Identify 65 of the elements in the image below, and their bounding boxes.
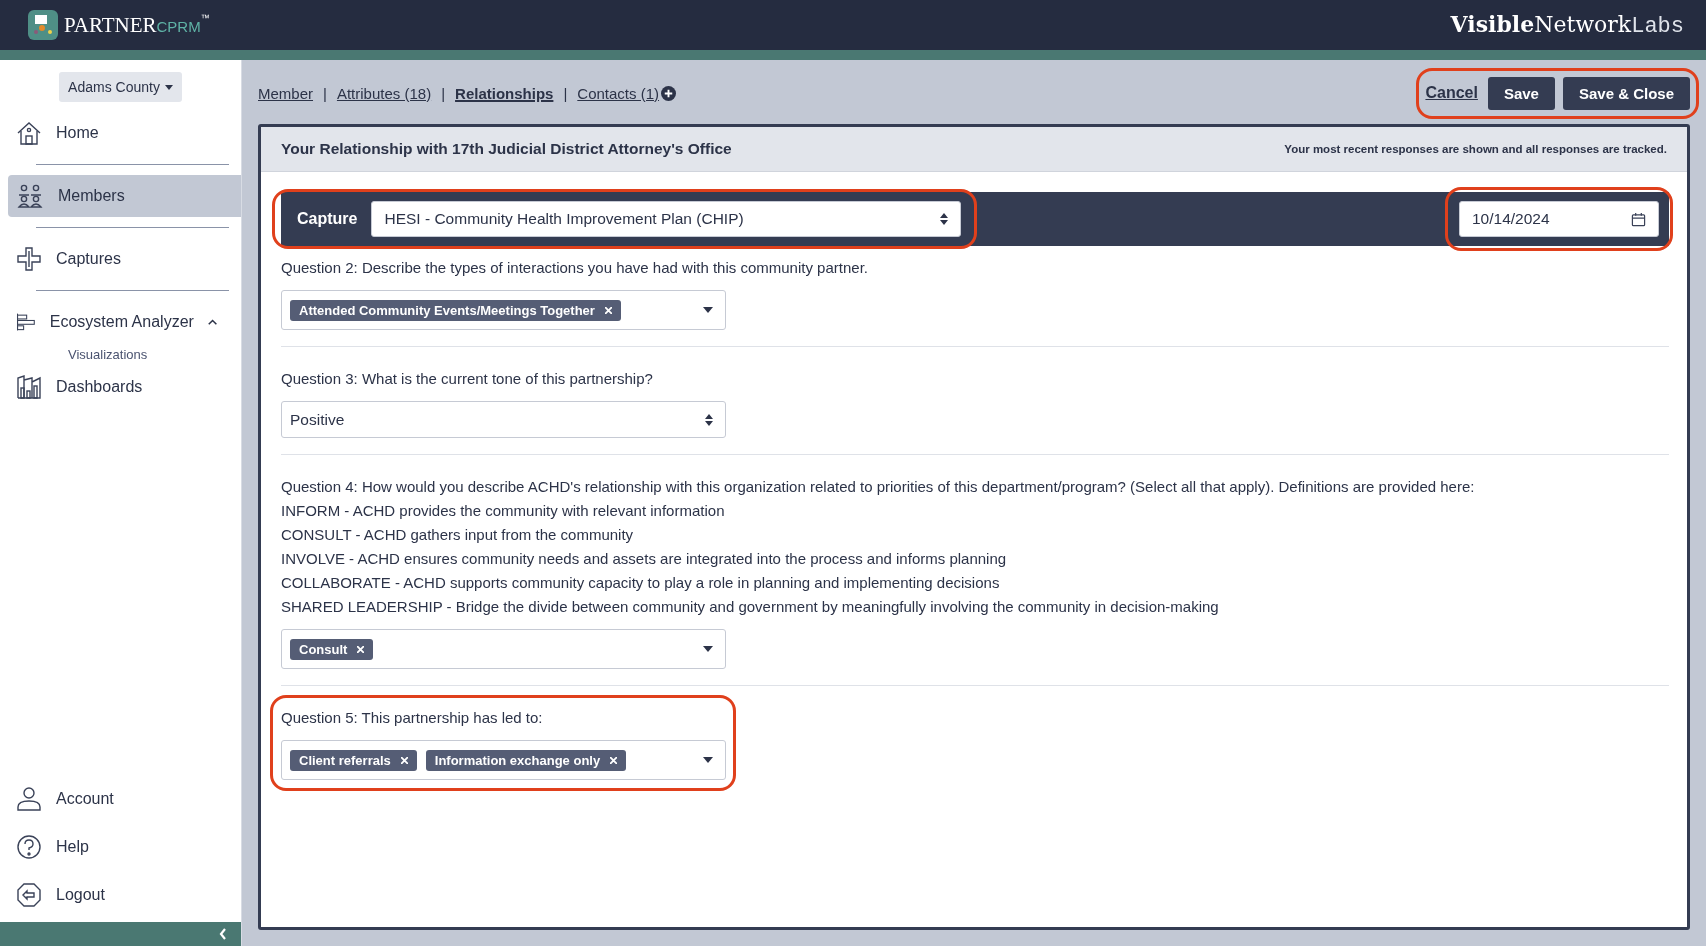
answer-tag: Consult xyxy=(290,638,374,660)
capture-label: Capture xyxy=(297,210,358,228)
sidebar-item[interactable]: Members xyxy=(8,175,241,217)
sidebar-item[interactable]: Captures xyxy=(8,238,229,280)
answer-multiselect[interactable]: Consult xyxy=(281,629,726,669)
account-icon xyxy=(16,786,42,812)
question-text: Question 5: This partnership has led to: xyxy=(281,708,544,728)
question-text: Question 4: How would you describe ACHD's relationship with this organization related to priorities of this department/program? (Select all that apply). Definitions are provided here: xyxy=(281,477,1475,497)
remove-icon[interactable] xyxy=(604,306,612,314)
dashboards-icon xyxy=(16,374,42,400)
tab[interactable]: Relationships xyxy=(455,84,554,102)
answer-tag: Attended Community Events/Meetings Together xyxy=(290,299,621,321)
date-field[interactable]: 10/14/2024 xyxy=(1459,201,1659,237)
tab[interactable]: Member xyxy=(258,84,313,102)
definition-text: INVOLVE - ACHD ensures community needs and assets are integrated into the process and informs planning xyxy=(281,549,1008,569)
capture-select[interactable]: HESI - Community Health Improvement Plan (CHIP) xyxy=(371,201,962,237)
answer-select[interactable]: Positive xyxy=(281,401,726,438)
organization-dropdown[interactable]: Adams County xyxy=(59,72,182,102)
definition-text: SHARED LEADERSHIP - Bridge the divide between community and government by meaningfully involving the community in decision-making xyxy=(281,597,1220,617)
answer-tag: Client referrals xyxy=(290,749,417,771)
tab[interactable]: Contacts (1) xyxy=(577,84,659,102)
caret-icon[interactable] xyxy=(703,646,713,652)
definition-text: INFORM - ACHD provides the community with relevant information xyxy=(281,501,726,521)
add-circle-icon[interactable] xyxy=(661,85,676,101)
app-name: PARTNERCPRM™ xyxy=(64,12,210,38)
sort-arrows-icon xyxy=(940,213,949,225)
save-button[interactable]: Save xyxy=(1487,76,1555,110)
sidebar-item[interactable]: Logout xyxy=(8,874,229,916)
tab[interactable]: Attributes (18) xyxy=(336,84,432,102)
app-logo-icon xyxy=(28,10,58,40)
captures-icon xyxy=(16,246,42,272)
cancel-link[interactable]: Cancel xyxy=(1425,84,1478,102)
logout-icon xyxy=(16,882,42,908)
answer-tag: Information exchange only xyxy=(425,749,627,771)
save-and-close-button[interactable]: Save & Close xyxy=(1562,76,1690,110)
sidebar-item[interactable]: Home xyxy=(8,112,229,154)
members-icon xyxy=(16,183,44,209)
brand-logo: VisibleNetworkLabs xyxy=(1450,11,1684,39)
sidebar-item[interactable]: Ecosystem Analyzer xyxy=(8,301,229,343)
help-icon xyxy=(16,834,42,860)
remove-icon[interactable] xyxy=(400,756,408,764)
definition-text: CONSULT - ACHD gathers input from the community xyxy=(281,525,635,545)
panel-title: Your Relationship with 17th Judicial District Attorney's Office xyxy=(281,140,732,158)
sidebar-item[interactable]: Dashboards xyxy=(8,366,229,408)
question-text: Question 3: What is the current tone of this partnership? xyxy=(281,369,654,389)
caret-icon[interactable] xyxy=(703,307,713,313)
collapse-chevron-icon[interactable] xyxy=(219,928,227,940)
tab-separator: | xyxy=(441,84,446,102)
tab-separator: | xyxy=(323,84,327,102)
remove-icon[interactable] xyxy=(610,756,618,764)
caret-icon[interactable] xyxy=(703,757,713,763)
sidebar-item[interactable]: Account xyxy=(8,778,229,820)
calendar-icon[interactable] xyxy=(1631,211,1646,227)
question-text: Question 2: Describe the types of interactions you have had with this community partner. xyxy=(281,258,868,278)
tab-separator: | xyxy=(563,84,568,102)
sidebar-item[interactable]: Help xyxy=(8,826,229,868)
answer-multiselect[interactable]: Attended Community Events/Meetings Together xyxy=(281,290,726,330)
caret-icon xyxy=(164,84,173,90)
remove-icon[interactable] xyxy=(357,645,365,653)
sidebar-subitem[interactable]: Visualizations xyxy=(0,343,241,366)
home-icon xyxy=(16,120,42,146)
tracking-note: Your most recent responses are shown and all responses are tracked. xyxy=(1284,143,1667,155)
sort-arrows-icon xyxy=(705,413,713,426)
answer-multiselect[interactable]: Client referrals Information exchange only xyxy=(281,740,726,780)
definition-text: COLLABORATE - ACHD supports community capacity to play a role in planning and implementing decisions xyxy=(281,573,1001,593)
